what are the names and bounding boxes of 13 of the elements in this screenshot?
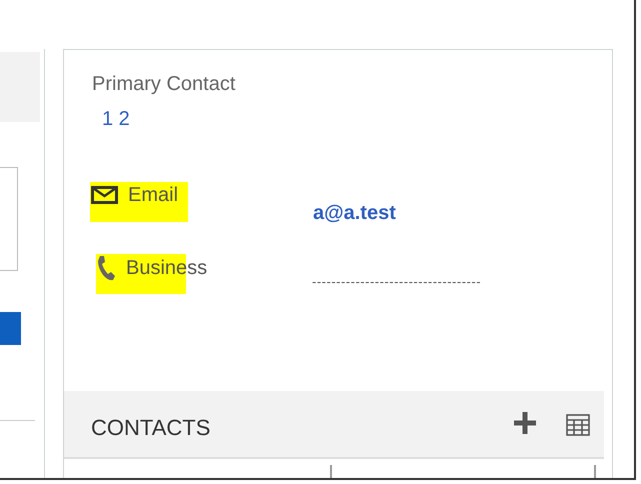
field-label: Email xyxy=(128,183,178,208)
contact-link[interactable]: 1 2 xyxy=(102,104,130,134)
add-button[interactable] xyxy=(513,411,537,435)
section-title: CONTACTS xyxy=(91,414,210,442)
field-value: ----------------------------------- xyxy=(312,273,482,291)
field-label: Primary Contact xyxy=(92,72,236,97)
add-icon xyxy=(513,411,537,435)
input-field[interactable] xyxy=(0,167,18,271)
grid-icon xyxy=(566,414,590,436)
email-link[interactable]: a@a.test xyxy=(313,198,396,228)
mail-icon xyxy=(91,186,118,204)
phone-icon xyxy=(96,255,116,281)
grid-view-button[interactable] xyxy=(566,414,590,436)
